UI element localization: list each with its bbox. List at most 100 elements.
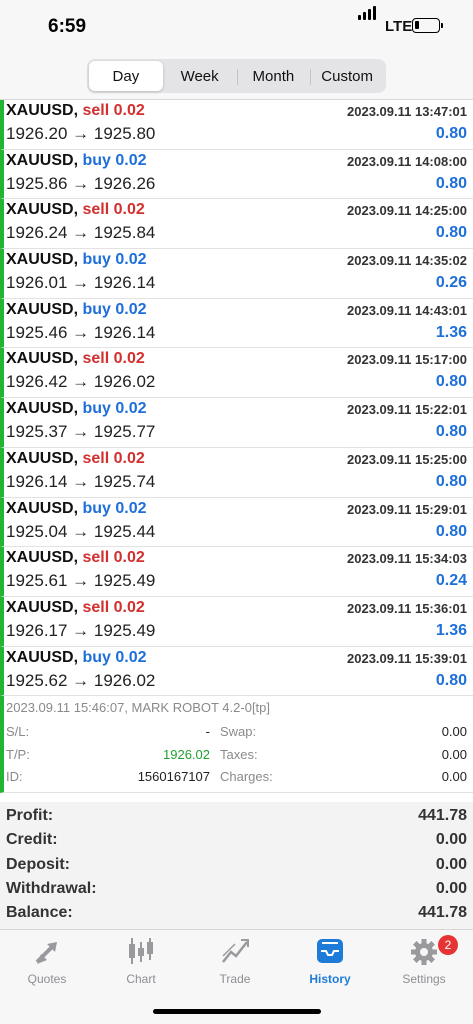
trade-title: XAUUSD, sell 0.02 bbox=[6, 350, 145, 368]
trade-symbol: XAUUSD, bbox=[6, 648, 79, 666]
tab-week[interactable]: Week bbox=[163, 61, 237, 91]
tp-value: 1926.02 bbox=[163, 747, 210, 763]
trade-row[interactable]: XAUUSD, sell 0.02 1925.61 → 1925.49 2023.0… bbox=[0, 547, 473, 597]
trade-profit: 0.80 bbox=[435, 174, 467, 192]
trade-title: XAUUSD, sell 0.02 bbox=[6, 549, 145, 567]
trade-profit: 0.26 bbox=[435, 274, 467, 292]
trade-profit: 0.80 bbox=[435, 224, 467, 242]
summary-label: Balance: bbox=[6, 904, 73, 922]
trade-direction: buy 0.02 bbox=[82, 151, 147, 169]
trade-title: XAUUSD, sell 0.02 bbox=[6, 599, 145, 617]
trade-symbol: XAUUSD, bbox=[6, 102, 79, 119]
swap-value: 0.00 bbox=[441, 724, 467, 740]
tabbar-quotes-label: Quotes bbox=[27, 972, 67, 986]
trade-prices: 1925.62 → 1926.02 bbox=[6, 670, 156, 690]
trade-title: XAUUSD, buy 0.02 bbox=[6, 251, 147, 269]
home-indicator bbox=[153, 1009, 321, 1014]
trade-profit: 0.80 bbox=[435, 472, 467, 490]
details-meta: 2023.09.11 15:46:07, MARK ROBOT 4.2-0[tp… bbox=[6, 700, 271, 716]
trade-title: XAUUSD, buy 0.02 bbox=[6, 400, 147, 418]
trade-prices: 1925.46 → 1926.14 bbox=[6, 322, 156, 342]
tab-day[interactable]: Day bbox=[89, 61, 163, 91]
trade-profit: 0.80 bbox=[435, 522, 467, 540]
gear-icon bbox=[411, 939, 437, 965]
trade-row[interactable]: XAUUSD, buy 0.02 1926.01 → 1926.14 2023.09… bbox=[0, 249, 473, 299]
tab-month[interactable]: Month bbox=[236, 61, 311, 91]
trade-direction: sell 0.02 bbox=[82, 598, 145, 616]
trade-prices: 1925.61 → 1925.49 bbox=[6, 571, 156, 591]
tabbar-trade[interactable]: Trade bbox=[188, 930, 282, 1000]
taxes-value: 0.00 bbox=[441, 747, 467, 763]
summary-value: 0.00 bbox=[435, 879, 467, 897]
trade-direction: buy 0.02 bbox=[82, 648, 147, 666]
trade-row[interactable]: XAUUSD, sell 0.02 1926.17 → 1925.49 2023.0… bbox=[0, 596, 473, 647]
trade-symbol: XAUUSD, bbox=[6, 598, 79, 616]
trade-row[interactable]: XAUUSD, sell 0.02 1926.20 → 1925.80 2023.0… bbox=[0, 100, 473, 150]
summary-label: Deposit: bbox=[6, 855, 70, 873]
candlestick-chart-icon bbox=[129, 938, 153, 964]
trade-prices: 1925.04 → 1925.44 bbox=[6, 521, 156, 541]
trade-symbol: XAUUSD, bbox=[6, 400, 79, 418]
summary-row: Deposit: 0.00 bbox=[0, 856, 473, 880]
trade-row[interactable]: XAUUSD, buy 0.02 1925.04 → 1925.44 2023.09… bbox=[0, 497, 473, 548]
trade-date: 2023.09.11 15:29:01 bbox=[347, 501, 467, 517]
trade-symbol: XAUUSD, bbox=[6, 251, 79, 269]
trade-row[interactable]: XAUUSD, buy 0.02 1925.62 → 1926.02 2023.09… bbox=[0, 646, 473, 697]
trade-date: 2023.09.11 15:34:03 bbox=[347, 551, 467, 567]
trade-prices: 1926.01 → 1926.14 bbox=[6, 273, 156, 293]
id-label: ID: bbox=[6, 769, 23, 785]
trade-date: 2023.09.11 15:22:01 bbox=[347, 402, 467, 418]
sl-value: - bbox=[205, 724, 210, 740]
summary-row: Profit: 441.78 bbox=[0, 807, 473, 831]
trade-date: 2023.09.11 14:25:00 bbox=[347, 203, 467, 219]
trade-title: XAUUSD, buy 0.02 bbox=[6, 301, 147, 319]
account-summary: Profit: 441.78 Credit: 0.00 Deposit: 0.00 With… bbox=[0, 802, 473, 930]
trade-prices: 1926.42 → 1926.02 bbox=[6, 372, 156, 392]
tabbar-history[interactable]: History bbox=[283, 930, 377, 1000]
tabbar-quotes[interactable]: Quotes bbox=[0, 930, 94, 1000]
summary-value: 441.78 bbox=[418, 904, 467, 922]
summary-label: Credit: bbox=[6, 831, 58, 849]
trade-row[interactable]: XAUUSD, buy 0.02 1925.46 → 1926.14 2023.09… bbox=[0, 298, 473, 349]
trade-row[interactable]: XAUUSD, buy 0.02 1925.86 → 1926.26 2023.09… bbox=[0, 149, 473, 200]
trade-date: 2023.09.11 15:36:01 bbox=[347, 600, 467, 616]
trade-prices: 1925.86 → 1926.26 bbox=[6, 173, 156, 193]
trade-prices: 1925.37 → 1925.77 bbox=[6, 422, 156, 442]
trade-symbol: XAUUSD, bbox=[6, 300, 79, 318]
summary-row: Credit: 0.00 bbox=[0, 831, 473, 855]
summary-label: Profit: bbox=[6, 807, 54, 824]
trade-row[interactable]: XAUUSD, buy 0.02 1925.37 → 1925.77 2023.09… bbox=[0, 398, 473, 448]
trade-profit: 1.36 bbox=[435, 323, 467, 341]
taxes-label: Taxes: bbox=[220, 747, 258, 763]
tab-custom[interactable]: Custom bbox=[310, 61, 384, 91]
trade-row[interactable]: XAUUSD, sell 0.02 1926.24 → 1925.84 2023.0… bbox=[0, 199, 473, 250]
trade-row[interactable]: XAUUSD, sell 0.02 1926.42 → 1926.02 2023.0… bbox=[0, 348, 473, 399]
trade-prices: 1926.14 → 1925.74 bbox=[6, 471, 156, 491]
trade-date: 2023.09.11 13:47:01 bbox=[347, 104, 467, 119]
trade-title: XAUUSD, sell 0.02 bbox=[6, 102, 145, 120]
period-segmented-control: Day Week Month Custom bbox=[87, 59, 386, 93]
trade-date: 2023.09.11 15:25:00 bbox=[347, 451, 467, 467]
trade-profit: 1.36 bbox=[435, 621, 467, 639]
tabbar-chart[interactable]: Chart bbox=[94, 930, 188, 1000]
trade-profit: 0.80 bbox=[435, 423, 467, 441]
trade-symbol: XAUUSD, bbox=[6, 151, 79, 169]
trade-details: 2023.09.11 15:46:07, MARK ROBOT 4.2-0[tp… bbox=[0, 696, 473, 794]
inbox-tray-icon bbox=[317, 939, 343, 963]
tabbar-trade-label: Trade bbox=[219, 972, 251, 986]
network-label: LTE bbox=[385, 18, 413, 35]
settings-badge: 2 bbox=[438, 935, 458, 955]
swap-label: Swap: bbox=[220, 724, 257, 740]
id-value: 1560167107 bbox=[137, 769, 210, 785]
trade-direction: sell 0.02 bbox=[82, 449, 145, 467]
tabbar-settings[interactable]: 2 Settings bbox=[377, 930, 471, 1000]
trade-title: XAUUSD, buy 0.02 bbox=[6, 152, 147, 170]
tp-label: T/P: bbox=[6, 747, 30, 763]
trade-direction: buy 0.02 bbox=[82, 251, 147, 269]
trade-symbol: XAUUSD, bbox=[6, 201, 79, 219]
trade-profit: 0.80 bbox=[435, 671, 467, 689]
status-time: 6:59 bbox=[48, 16, 87, 37]
trade-row[interactable]: XAUUSD, sell 0.02 1926.14 → 1925.74 2023.0… bbox=[0, 447, 473, 498]
period-selector-bar: Day Week Month Custom bbox=[0, 56, 473, 100]
trade-title: XAUUSD, sell 0.02 bbox=[6, 201, 145, 219]
